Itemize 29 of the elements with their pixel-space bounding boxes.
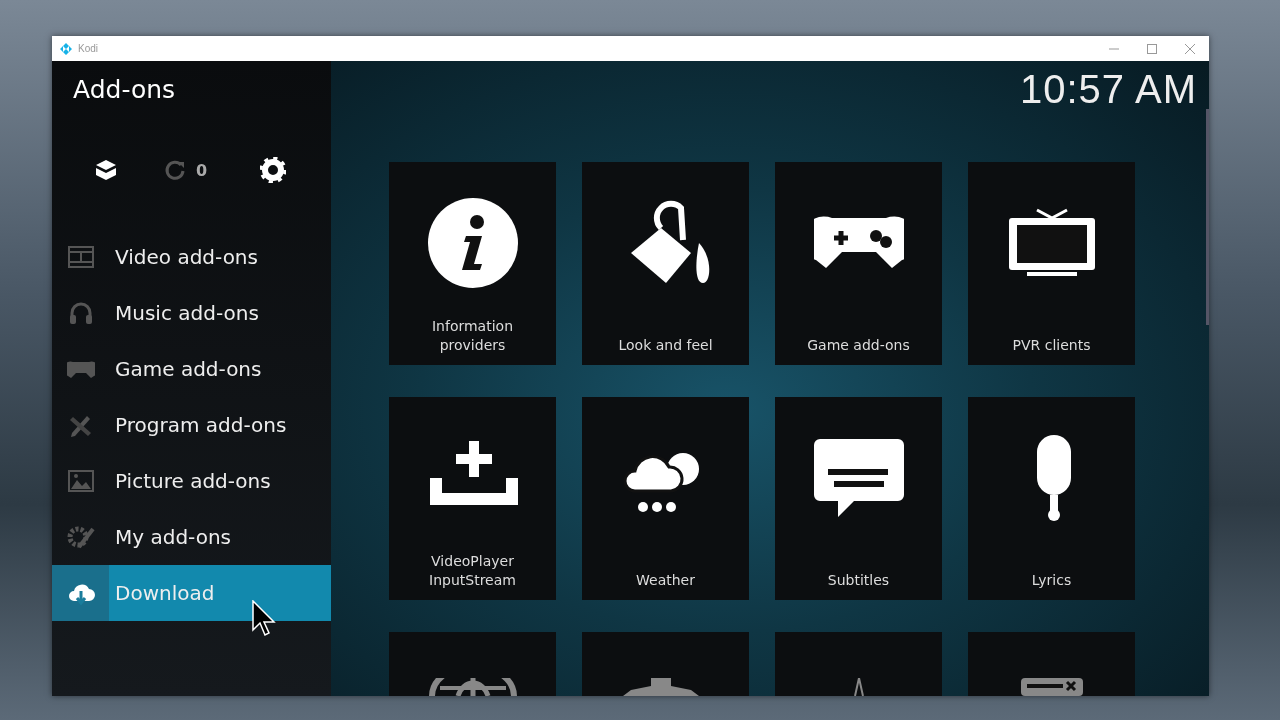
window-title: Kodi	[78, 43, 98, 54]
sidebar-item[interactable]: Music add-ons	[52, 285, 331, 341]
category-tile[interactable]: Subtitles	[775, 397, 942, 600]
maximize-icon	[1147, 43, 1157, 54]
picture-icon	[66, 467, 95, 495]
logo-icon	[60, 42, 72, 55]
globe-icon	[427, 678, 518, 696]
mouse-pointer-icon	[252, 600, 276, 638]
scrollbar[interactable]	[1206, 109, 1209, 325]
category-tile[interactable]: Information providers	[389, 162, 556, 365]
addon-box-button[interactable]	[94, 158, 118, 182]
page-title: Add-ons	[72, 74, 177, 106]
settings-button[interactable]	[260, 157, 287, 183]
update-button[interactable]: 0	[164, 159, 208, 181]
film-icon	[66, 243, 95, 271]
category-tile[interactable]: VideoPlayer InputStream	[389, 397, 556, 600]
clock: 10:57 AM	[1020, 67, 1197, 112]
close-icon	[1185, 43, 1195, 54]
category-tile[interactable]: Game add-ons	[775, 162, 942, 365]
category-tile[interactable]: PVR clients	[968, 162, 1135, 365]
sidebar-item[interactable]: Game add-ons	[52, 341, 331, 397]
info-icon	[427, 198, 518, 288]
category-tile[interactable]: Look and feel	[582, 162, 749, 365]
category-tile[interactable]: Lyrics	[968, 397, 1135, 600]
category-tile[interactable]: Weather	[582, 397, 749, 600]
sidebar-item[interactable]: My add-ons	[52, 509, 331, 565]
sidebar-item[interactable]: Video add-ons	[52, 229, 331, 285]
sidebar-item[interactable]: Program add-ons	[52, 397, 331, 453]
sidebar-item[interactable]: Picture add-ons	[52, 453, 331, 509]
